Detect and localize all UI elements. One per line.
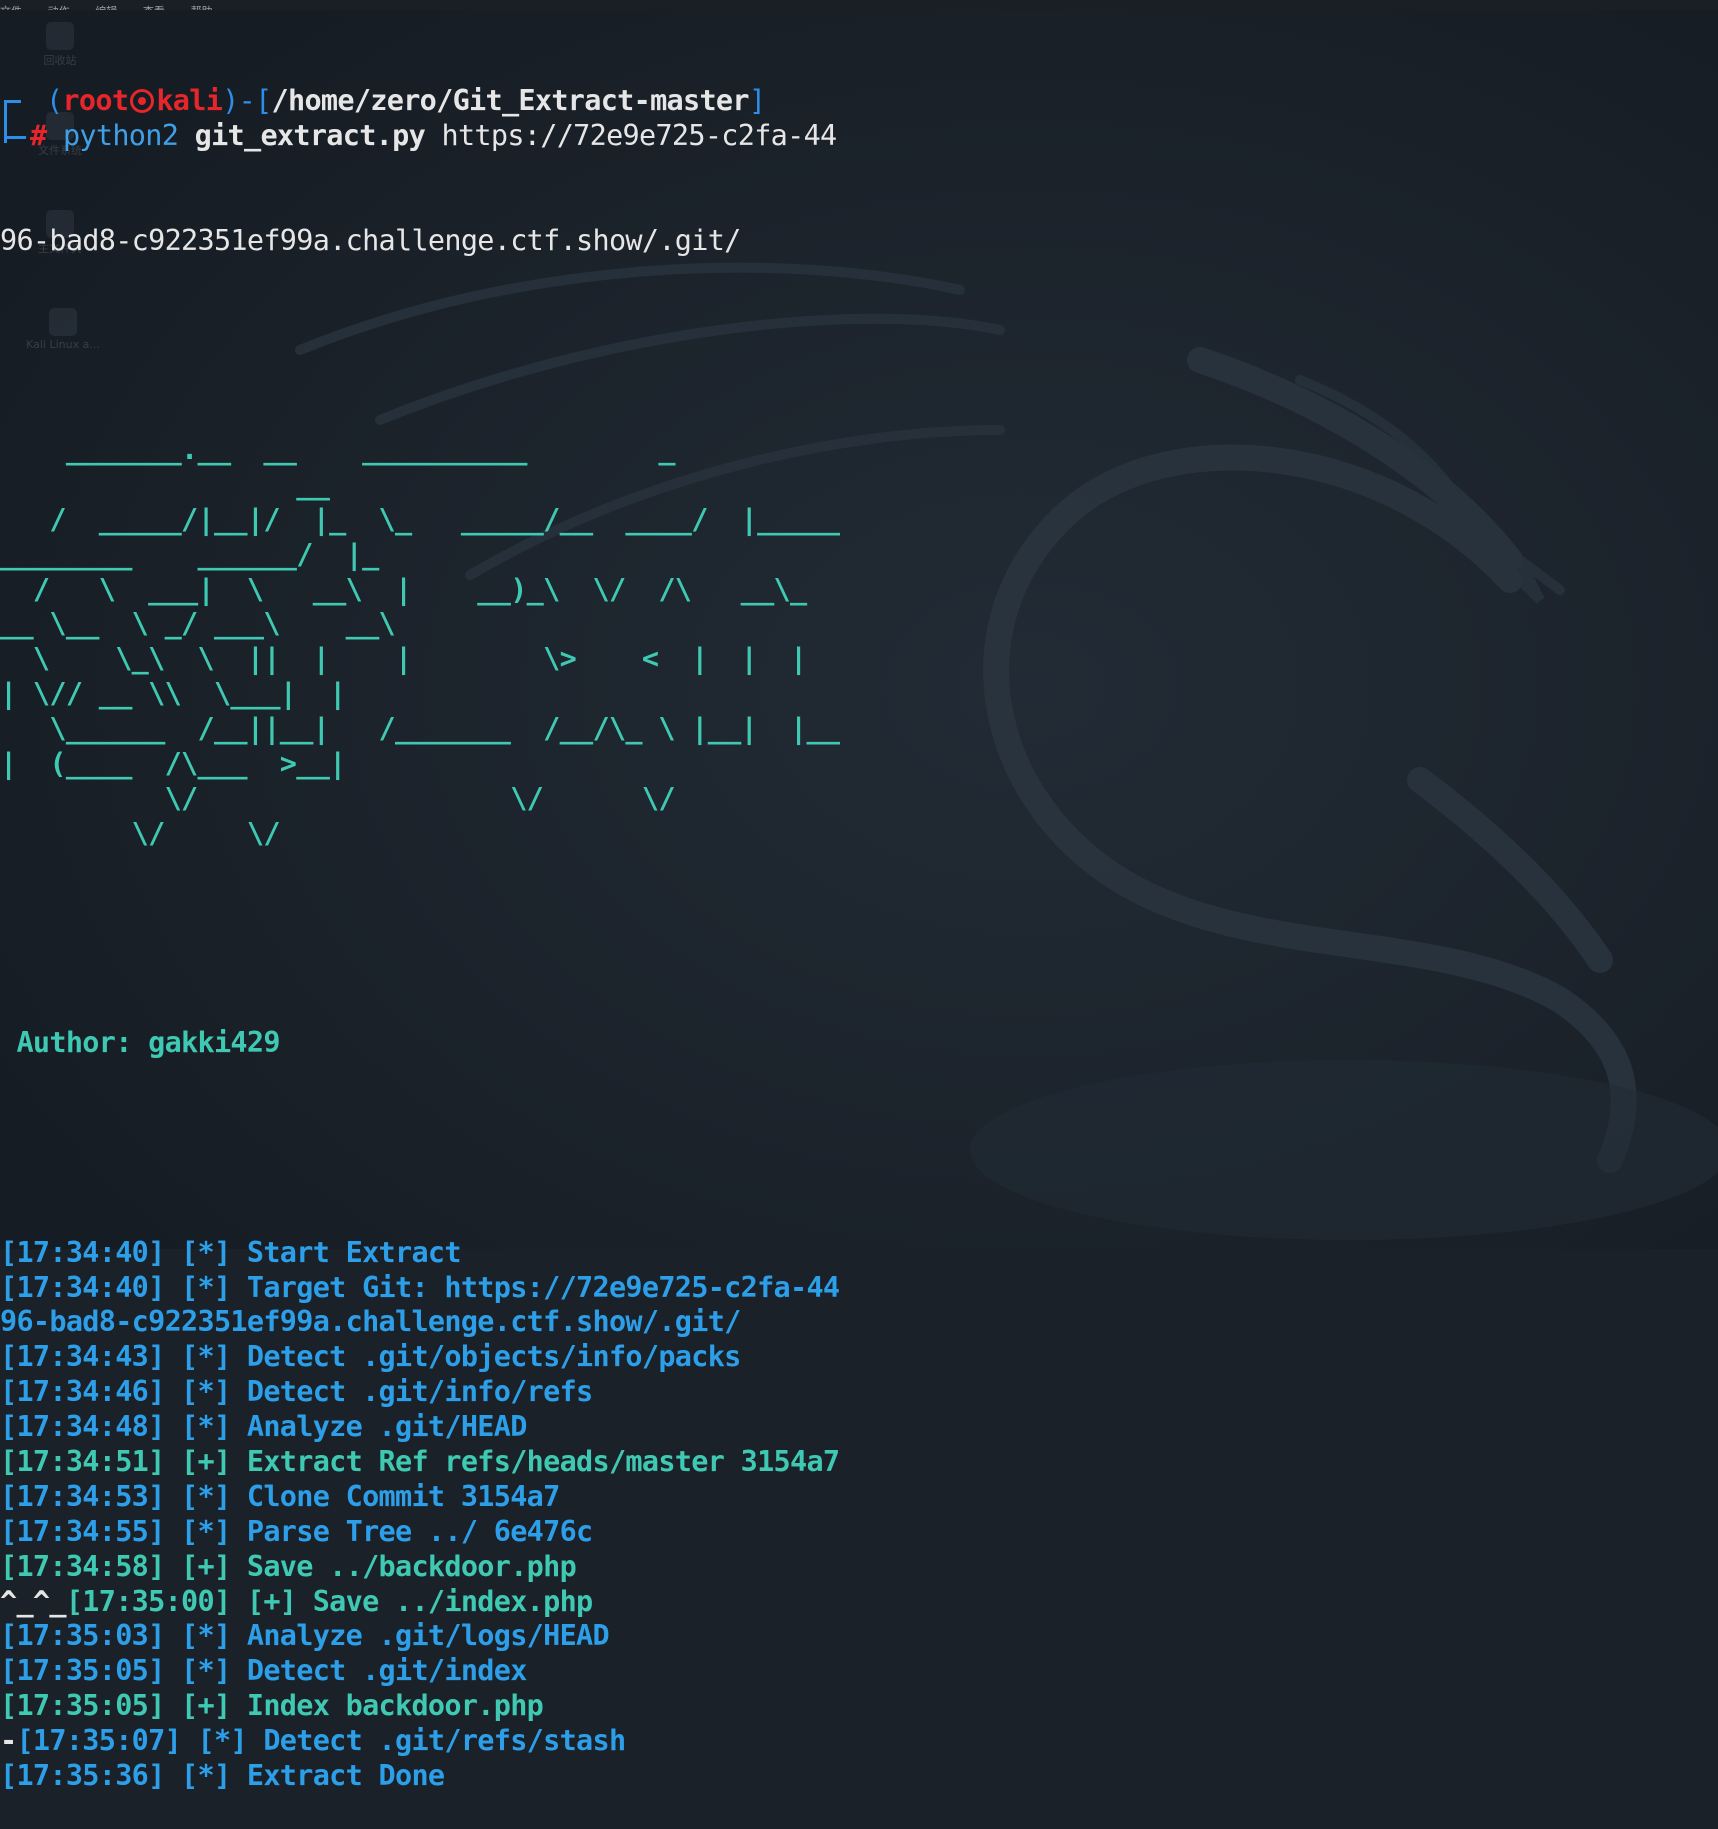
log-line: [17:34:43] [*] Detect .git/objects/info/… [0, 1340, 1718, 1375]
ascii-banner-line: \______ /__||__| /_______ /__/\_ \ |__| … [0, 712, 840, 746]
log-line-prefix: ^_^_ [0, 1584, 67, 1618]
log-line-text: [17:34:46] [*] Detect .git/info/refs [0, 1375, 593, 1409]
ascii-banner-line: \/ \/ \/ [0, 781, 676, 815]
ascii-banner-line: _______.__ __ __________ _ [0, 433, 676, 467]
log-line-text: [17:34:55] [*] Parse Tree ../ 6e476c [0, 1514, 593, 1548]
log-line: [17:35:05] [+] Index backdoor.php [0, 1689, 1718, 1724]
log-line-text: [17:34:51] [+] Extract Ref refs/heads/ma… [0, 1444, 840, 1478]
menu-file[interactable]: 文件 [0, 5, 22, 10]
ascii-banner: _______.__ __ __________ _ __ / _____/|_… [0, 433, 1718, 852]
log-line-text: [17:35:05] [*] Detect .git/index [0, 1654, 527, 1688]
prompt-host: kali [156, 83, 223, 117]
log-line: [17:34:40] [*] Start Extract [0, 1236, 1718, 1271]
log-line-text: [17:35:36] [*] Extract Done [0, 1759, 445, 1792]
command-tool: python2 [62, 118, 179, 152]
log-line-text: [17:35:03] [*] Analyze .git/logs/HEAD [0, 1619, 610, 1653]
log-line: [17:35:05] [*] Detect .git/index [0, 1654, 1718, 1689]
ascii-banner-line: __ \__ \ _/ ___\ __\ [0, 607, 396, 641]
author-line: Author: gakki429 [0, 1026, 280, 1060]
extract-log: [17:34:40] [*] Start Extract [17:34:40] [… [0, 1236, 1718, 1794]
log-line: [17:34:46] [*] Detect .git/info/refs [0, 1375, 1718, 1410]
prompt-bracket: ] [748, 83, 766, 117]
prompt-hash: # [30, 118, 47, 152]
log-line: [17:34:58] [+] Save ../backdoor.php [0, 1550, 1718, 1585]
menu-edit[interactable]: 编辑 [95, 5, 117, 10]
log-line: [17:34:55] [*] Parse Tree ../ 6e476c [0, 1515, 1718, 1550]
command-args-wrap: 96-bad8-c922351ef99a.challenge.ctf.show/… [0, 223, 741, 257]
log-line-prefix: - [0, 1724, 17, 1758]
ascii-banner-line: | \// __ \\ \___| | [0, 677, 346, 711]
menu-view[interactable]: 查看 [143, 5, 165, 10]
log-line-text: [17:34:58] [+] Save ../backdoor.php [0, 1549, 577, 1583]
prompt-path: /home/zero/Git_Extract-master [271, 83, 750, 117]
ascii-banner-line: / \ ___| \ __\ | __)_\ \/ /\ __\_ [0, 572, 807, 606]
log-line: [17:34:53] [*] Clone Commit 3154a7 [0, 1480, 1718, 1515]
log-line-text: [17:35:05] [+] Index backdoor.php [0, 1689, 544, 1723]
prompt-separator: )-[ [222, 83, 272, 117]
log-line: [17:34:51] [+] Extract Ref refs/heads/ma… [0, 1445, 1718, 1480]
prompt-paren: ( [46, 83, 63, 117]
log-line: ^_^_[17:35:00] [+] Save ../index.php [0, 1585, 1718, 1620]
log-line-text: [17:34:43] [*] Detect .git/objects/info/… [0, 1340, 741, 1374]
ascii-banner-line: \ \_\ \ || | | \> < | | | [0, 642, 807, 676]
log-line-text: [17:34:53] [*] Clone Commit 3154a7 [0, 1479, 560, 1513]
kali-skull-icon [130, 88, 155, 113]
log-line: [17:35:03] [*] Analyze .git/logs/HEAD [0, 1619, 1718, 1654]
prompt-user: root [62, 83, 129, 117]
log-line-text: [17:34:40] [*] Target Git: https://72e9e… [0, 1270, 840, 1304]
menu-action[interactable]: 动作 [48, 5, 70, 10]
ascii-banner-line: __ [0, 467, 330, 501]
terminal-output[interactable]: (root kali)-[/home/zero/Git_Extract-maste… [0, 14, 1718, 1792]
menu-help[interactable]: 帮助 [191, 5, 213, 10]
ascii-banner-line: ________ ______/ |_ [0, 537, 379, 571]
log-line: [17:35:36] [*] Extract Done [0, 1759, 1718, 1794]
command-script: git_extract.py [194, 118, 426, 152]
command-args: https://72e9e725-c2fa-44 [441, 118, 838, 152]
ascii-banner-line: \/ \/ [0, 816, 281, 850]
log-line: [17:34:48] [*] Analyze .git/HEAD [0, 1410, 1718, 1445]
log-line: -[17:35:07] [*] Detect .git/refs/stash [0, 1724, 1718, 1759]
log-line-text: [17:35:00] [+] Save ../index.php [65, 1584, 593, 1618]
log-line: [17:34:40] [*] Target Git: https://72e9e… [0, 1271, 1718, 1306]
ascii-banner-line: | (____ /\___ >__| [0, 747, 346, 781]
log-line-text: 96-bad8-c922351ef99a.challenge.ctf.show/… [0, 1305, 741, 1339]
log-line-text: [17:34:40] [*] Start Extract [0, 1235, 462, 1269]
log-line: 96-bad8-c922351ef99a.challenge.ctf.show/… [0, 1305, 1718, 1340]
log-line-text: [17:35:07] [*] Detect .git/refs/stash [16, 1724, 626, 1758]
log-line-text: [17:34:48] [*] Analyze .git/HEAD [0, 1410, 527, 1444]
terminal-menubar: 文件 动作 编辑 查看 帮助 [0, 0, 1718, 10]
ascii-banner-line: / _____/|__|/ |_ \_ _____/__ ____/ |____… [0, 502, 840, 536]
shell-prompt: (root kali)-[/home/zero/Git_Extract-maste… [0, 84, 1718, 154]
